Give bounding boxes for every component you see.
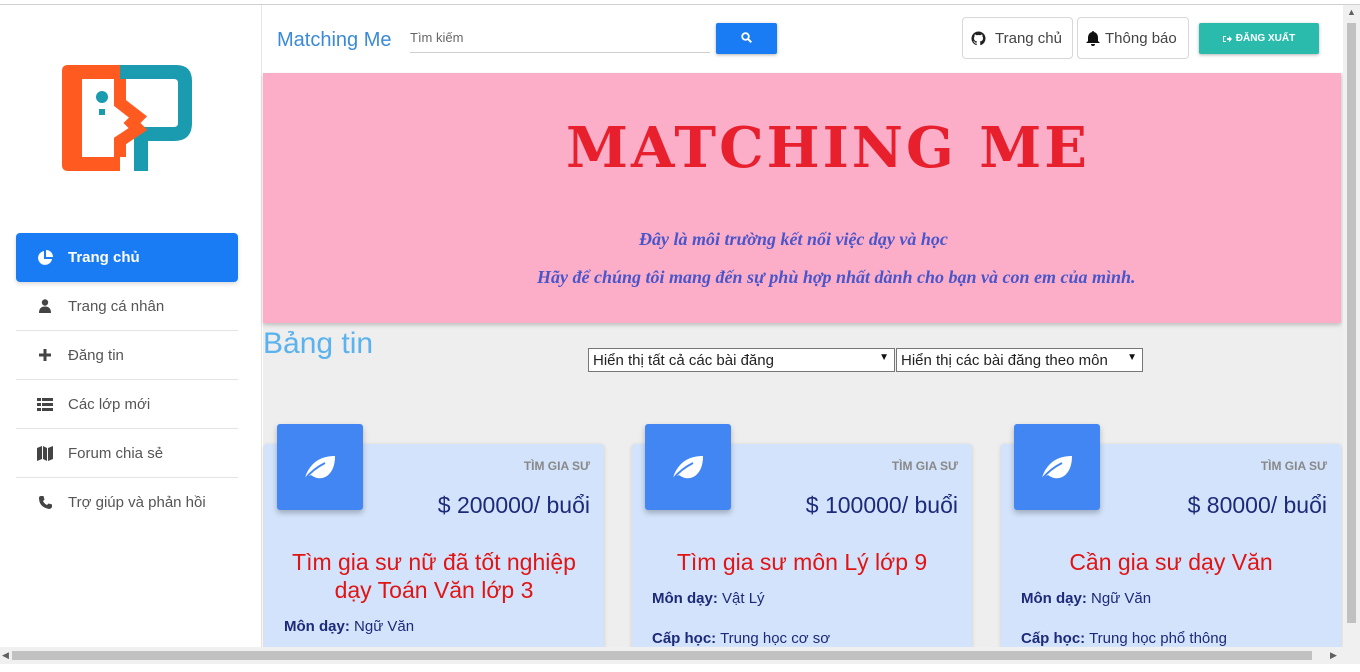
- post-level: Cấp học: Trung học cơ sơ: [652, 630, 830, 647]
- post-subject-value: Ngữ Văn: [1091, 590, 1152, 607]
- post-level-label: Cấp học:: [1021, 630, 1086, 647]
- post-subject-value: Ngữ Văn: [354, 618, 415, 635]
- sidebar-item-new-classes[interactable]: Các lớp mới: [16, 380, 238, 429]
- leaf-icon: [277, 424, 363, 510]
- post-subject-label: Môn dạy:: [284, 618, 350, 635]
- hero-tagline-2: Hãy để chúng tôi mang đến sự phù hợp nhấ…: [537, 267, 1136, 287]
- feed-title: Bảng tin: [263, 327, 374, 360]
- post-category: TÌM GIA SƯ: [523, 459, 590, 473]
- horizontal-scrollbar[interactable]: ◀ ▶: [0, 647, 1360, 664]
- post-subject-value: Vật Lý: [722, 590, 765, 607]
- brand-title[interactable]: Matching Me: [277, 29, 392, 52]
- post-card[interactable]: TÌM GIA SƯ $ 80000/ buổi Cần gia sư dạy …: [1001, 424, 1341, 654]
- hero-title: MATCHING ME: [566, 115, 1090, 181]
- sidebar-item-label: Trang cá nhân: [68, 297, 165, 315]
- filter-all-value: Hiển thị tất cả các bài đăng: [593, 351, 774, 369]
- taskbar-strip: [0, 664, 1360, 672]
- sidebar-item-label: Các lớp mới: [68, 395, 151, 413]
- logout-button-label: ĐĂNG XUẤT: [1235, 33, 1296, 44]
- hero-tagline-1: Đây là môi trường kết nối việc dạy và họ…: [639, 229, 948, 249]
- vertical-scrollbar[interactable]: ▲: [1343, 5, 1360, 647]
- home-button-label: Trang chủ: [995, 29, 1062, 47]
- sidebar-item-profile[interactable]: Trang cá nhân: [16, 282, 238, 331]
- filter-all-select[interactable]: Hiển thị tất cả các bài đăng ▼: [588, 348, 895, 372]
- bell-icon: [1086, 30, 1100, 46]
- post-level-value: Trung học cơ sơ: [720, 630, 831, 647]
- post-category: TÌM GIA SƯ: [1260, 459, 1327, 473]
- post-title[interactable]: Tìm gia sư nữ đã tốt nghiệp dạy Toán Văn…: [274, 548, 594, 604]
- post-price: $ 80000/ buổi: [1187, 492, 1327, 518]
- post-subject-label: Môn dạy:: [652, 590, 718, 607]
- sidebar: Trang chủ Trang cá nhân Đăng tin Các lớp…: [0, 5, 262, 647]
- search-icon: [741, 31, 753, 46]
- sidebar-item-label: Trang chủ: [68, 249, 140, 266]
- post-subject: Môn dạy: Ngữ Văn: [1021, 590, 1151, 607]
- dropdown-arrow-icon: ▼: [879, 352, 889, 363]
- sidebar-item-forum[interactable]: Forum chia sẻ: [16, 429, 238, 478]
- post-level: Cấp học: Trung học phổ thông: [1021, 630, 1227, 647]
- search-button[interactable]: [716, 23, 777, 54]
- dropdown-arrow-icon: ▼: [1127, 352, 1137, 363]
- map-icon: [36, 445, 54, 461]
- list-icon: [36, 397, 54, 411]
- filter-subject-select[interactable]: Hiển thị các bài đăng theo môn ▼: [896, 348, 1143, 372]
- post-subject-label: Môn dạy:: [1021, 590, 1087, 607]
- post-title[interactable]: Tìm gia sư môn Lý lớp 9: [642, 548, 962, 576]
- filter-subject-value: Hiển thị các bài đăng theo môn: [901, 351, 1108, 369]
- post-card[interactable]: TÌM GIA SƯ $ 100000/ buổi Tìm gia sư môn…: [632, 424, 972, 654]
- logout-button[interactable]: ĐĂNG XUẤT: [1199, 23, 1319, 54]
- horizontal-scroll-thumb[interactable]: [12, 651, 1312, 660]
- plus-icon: [36, 349, 54, 361]
- post-price: $ 200000/ buổi: [437, 492, 590, 518]
- scroll-up-arrow-icon[interactable]: ▲: [1347, 7, 1356, 17]
- post-card[interactable]: TÌM GIA SƯ $ 200000/ buổi Tìm gia sư nữ …: [264, 424, 604, 654]
- post-level-value: Trung học phổ thông: [1089, 630, 1227, 647]
- notification-button-label: Thông báo: [1105, 29, 1177, 47]
- post-subject: Môn dạy: Ngữ Văn: [284, 618, 414, 635]
- vertical-scroll-thumb[interactable]: [1347, 23, 1356, 623]
- top-header: Matching Me Trang chủ Thông báo ĐĂNG XUẤ…: [263, 5, 1343, 73]
- leaf-icon: [1014, 424, 1100, 510]
- sidebar-item-label: Forum chia sẻ: [68, 444, 164, 462]
- pie-chart-icon: [36, 249, 54, 266]
- post-price: $ 100000/ buổi: [805, 492, 958, 518]
- sidebar-nav: Trang chủ Trang cá nhân Đăng tin Các lớp…: [16, 233, 238, 527]
- sidebar-item-help[interactable]: Trợ giúp và phản hồi: [16, 478, 238, 527]
- main-content: MATCHING ME Đây là môi trường kết nối vi…: [263, 73, 1343, 654]
- post-title[interactable]: Cần gia sư dạy Văn: [1011, 548, 1331, 576]
- scroll-right-arrow-icon[interactable]: ▶: [1330, 650, 1337, 661]
- sidebar-item-post[interactable]: Đăng tin: [16, 331, 238, 380]
- sidebar-item-label: Đăng tin: [68, 346, 124, 364]
- github-icon: [971, 30, 986, 46]
- hero-banner: MATCHING ME Đây là môi trường kết nối vi…: [263, 73, 1341, 323]
- post-subject: Môn dạy: Vật Lý: [652, 590, 765, 607]
- leaf-icon: [645, 424, 731, 510]
- post-level-label: Cấp học:: [652, 630, 717, 647]
- post-category: TÌM GIA SƯ: [891, 459, 958, 473]
- sidebar-item-home[interactable]: Trang chủ: [16, 233, 238, 282]
- app-logo[interactable]: [58, 57, 198, 187]
- user-icon: [36, 299, 54, 313]
- scroll-left-arrow-icon[interactable]: ◀: [2, 650, 9, 661]
- phone-icon: [36, 496, 54, 509]
- notification-button[interactable]: Thông báo: [1077, 17, 1189, 59]
- sidebar-item-label: Trợ giúp và phản hồi: [68, 494, 206, 511]
- search-input[interactable]: [410, 23, 710, 53]
- logout-icon: [1222, 35, 1232, 43]
- home-button[interactable]: Trang chủ: [962, 17, 1073, 59]
